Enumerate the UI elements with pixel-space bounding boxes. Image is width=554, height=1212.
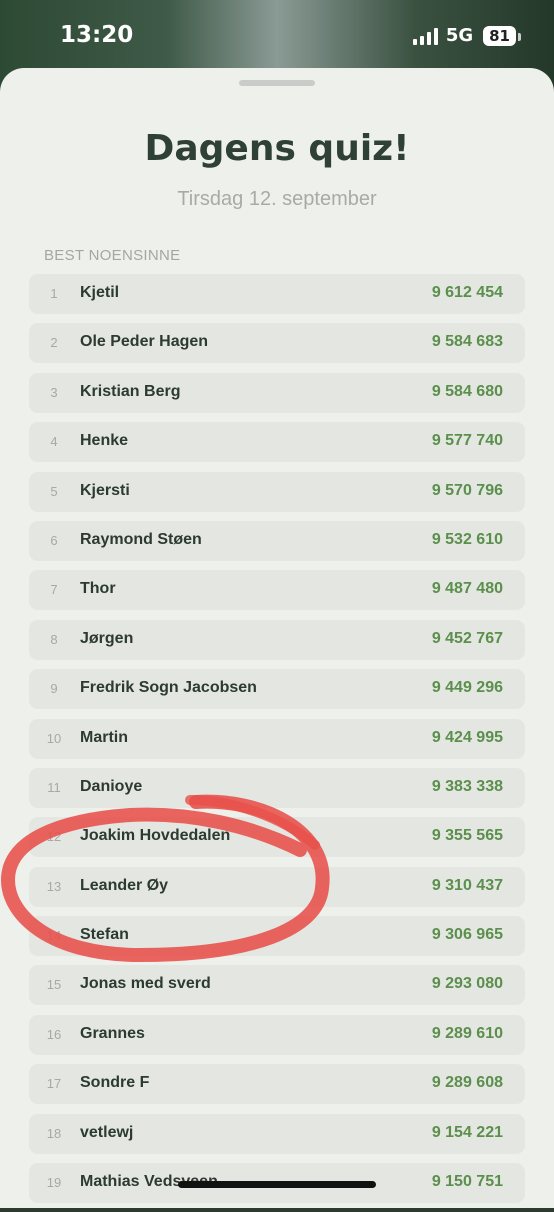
row-name: Ole Peder Hagen — [80, 333, 209, 351]
row-score: 9 612 454 — [431, 284, 503, 301]
signal-icon — [412, 27, 438, 45]
row-score: 9 577 740 — [431, 432, 503, 450]
leaderboard-row[interactable]: 18 vetlewj 9 154 221 — [29, 1113, 525, 1154]
row-rank: 5 — [50, 483, 58, 499]
row-score: 9 487 480 — [431, 580, 503, 598]
row-rank: 6 — [50, 532, 58, 548]
section-label: BEST NOENSINNE — [44, 247, 181, 264]
row-name: Joakim Hovdedalen — [80, 827, 231, 845]
network-type: 5G — [445, 25, 474, 46]
leaderboard-row[interactable]: 12 Joakim Hovdedalen 9 355 565 — [29, 817, 525, 858]
row-name: vetlewj — [80, 1123, 134, 1141]
row-name: Leander Øy — [80, 876, 169, 894]
row-name: Stefan — [80, 926, 129, 944]
row-name: Martin — [80, 728, 128, 746]
row-score: 9 570 796 — [431, 481, 503, 499]
row-score: 9 449 296 — [431, 679, 503, 697]
leaderboard-list: 1 Kjetil 9 612 454 2 Ole Peder Hagen 9 584 68… — [29, 274, 525, 1212]
leaderboard-row[interactable]: 16 Grannes 9 289 610 — [29, 1014, 525, 1055]
row-rank: 14 — [46, 928, 62, 944]
row-score: 9 584 683 — [431, 333, 503, 351]
leaderboard-row[interactable]: 3 Kristian Berg 9 584 680 — [29, 372, 525, 413]
row-rank: 1 — [50, 286, 58, 301]
row-score: 9 452 767 — [431, 629, 503, 647]
status-indicators: 5G 81 — [412, 25, 521, 46]
row-score: 9 150 751 — [431, 1173, 503, 1191]
home-indicator — [178, 1181, 376, 1188]
row-rank: 15 — [46, 977, 62, 993]
row-rank: 7 — [50, 582, 58, 598]
row-name: Jørgen — [80, 629, 134, 647]
row-rank: 12 — [46, 829, 62, 845]
row-rank: 18 — [46, 1125, 62, 1141]
row-score: 9 310 437 — [431, 876, 503, 894]
row-score: 9 289 608 — [431, 1074, 503, 1092]
row-score: 9 293 080 — [431, 975, 503, 993]
row-name: Kjersti — [80, 481, 130, 499]
row-score: 9 584 680 — [431, 382, 503, 400]
row-name: Raymond Støen — [80, 530, 202, 548]
leaderboard-row[interactable]: 8 Jørgen 9 452 767 — [29, 619, 525, 660]
leaderboard-row[interactable]: 11 Danioye 9 383 338 — [29, 767, 525, 808]
row-rank: 9 — [50, 681, 58, 697]
row-score: 9 355 565 — [431, 827, 503, 845]
row-rank: 16 — [46, 1026, 62, 1042]
leaderboard-row[interactable]: 2 Ole Peder Hagen 9 584 683 — [29, 323, 525, 364]
quiz-sheet: Dagens quiz! Tirsdag 12. september BEST … — [0, 68, 554, 1208]
row-rank: 10 — [46, 730, 62, 746]
battery-icon: 81 — [483, 25, 521, 46]
leaderboard-row[interactable]: 15 Jonas med sverd 9 293 080 — [29, 965, 525, 1006]
row-name: Grannes — [80, 1024, 145, 1042]
leaderboard-row[interactable]: 13 Leander Øy 9 310 437 — [29, 866, 525, 907]
row-rank: 3 — [50, 384, 58, 400]
leaderboard-row[interactable]: 7 Thor 9 487 480 — [29, 570, 525, 611]
row-name: Kristian Berg — [80, 382, 181, 400]
row-name: Kjetil — [80, 284, 120, 301]
status-time: 13:20 — [60, 22, 134, 48]
leaderboard-row[interactable]: 10 Martin 9 424 995 — [29, 718, 525, 759]
row-name: Henke — [80, 432, 129, 450]
row-rank: 17 — [46, 1076, 62, 1092]
row-name: Fredrik Sogn Jacobsen — [80, 679, 257, 697]
leaderboard-row[interactable]: 5 Kjersti 9 570 796 — [29, 471, 525, 512]
row-name: Sondre F — [80, 1074, 150, 1092]
row-score: 9 289 610 — [431, 1024, 503, 1042]
leaderboard-row[interactable]: 4 Henke 9 577 740 — [29, 422, 525, 463]
row-score: 9 424 995 — [431, 728, 503, 746]
row-score: 9 532 610 — [431, 530, 503, 548]
row-name: Danioye — [80, 777, 143, 795]
row-rank: 4 — [50, 434, 58, 450]
sheet-grabber[interactable] — [239, 80, 315, 86]
row-rank: 19 — [46, 1175, 62, 1191]
leaderboard-row[interactable]: 17 Sondre F 9 289 608 — [29, 1064, 525, 1105]
leaderboard-row[interactable]: 14 Stefan 9 306 965 — [29, 916, 525, 957]
row-name: Thor — [80, 580, 116, 598]
leaderboard-row[interactable]: 9 Fredrik Sogn Jacobsen 9 449 296 — [29, 669, 525, 710]
row-score: 9 306 965 — [431, 926, 503, 944]
row-name: Jonas med sverd — [80, 975, 211, 993]
row-score: 9 154 221 — [431, 1123, 503, 1141]
status-bar: 13:20 5G 81 — [0, 0, 554, 70]
page-title: Dagens quiz! — [144, 128, 410, 169]
row-rank: 11 — [47, 779, 61, 795]
row-rank: 2 — [50, 335, 58, 351]
row-rank: 13 — [46, 878, 62, 894]
page-date: Tirsdag 12. september — [177, 188, 377, 210]
row-score: 9 383 338 — [431, 777, 503, 795]
row-rank: 8 — [50, 631, 58, 647]
leaderboard-row[interactable]: 1 Kjetil 9 612 454 — [29, 274, 525, 314]
leaderboard-row[interactable]: 6 Raymond Støen 9 532 610 — [29, 520, 525, 561]
